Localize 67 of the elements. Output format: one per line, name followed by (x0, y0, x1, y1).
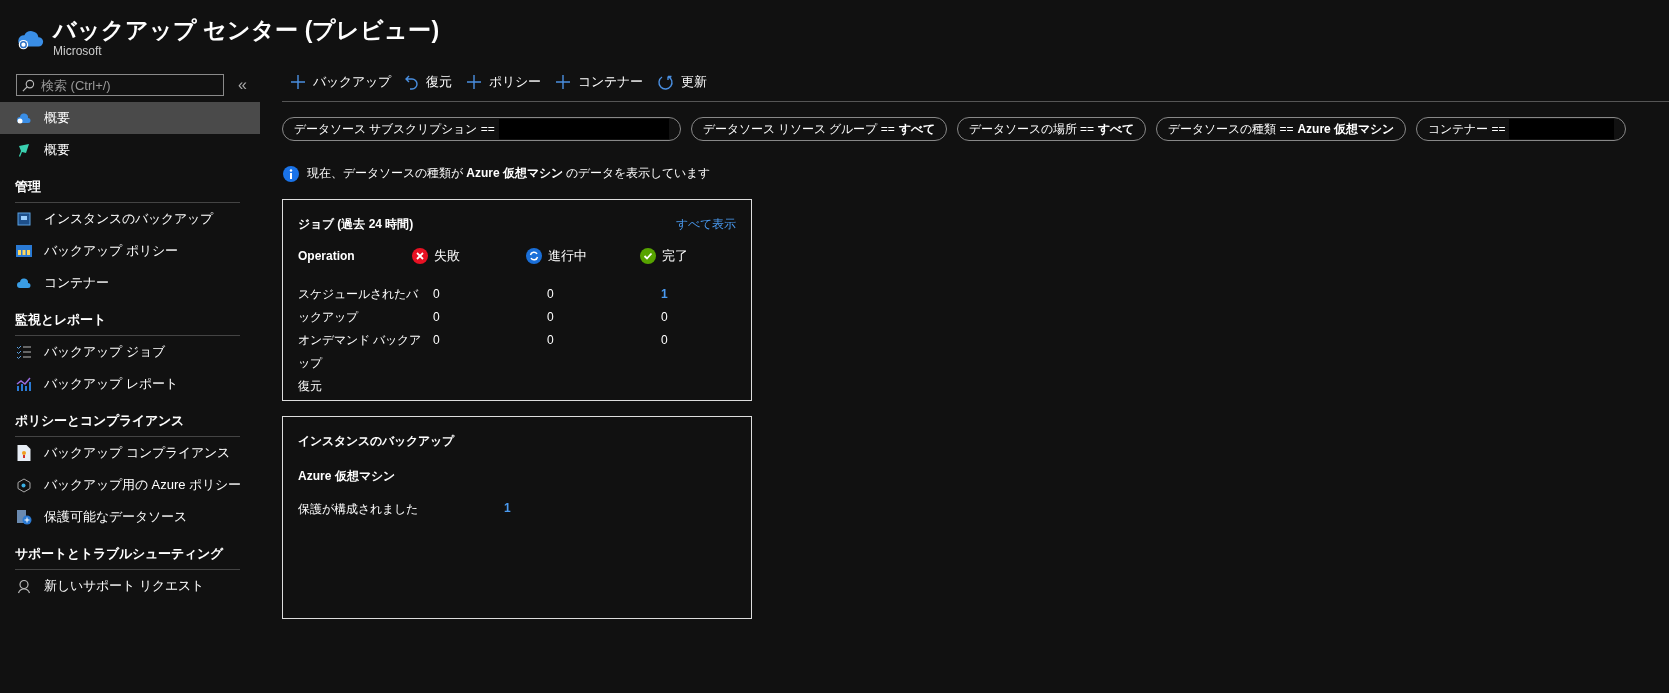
view-all-link[interactable]: すべて表示 (676, 216, 736, 233)
row-label: スケジュールされたバックアップ (298, 286, 419, 326)
info-message: 現在、データソースの種類が Azure 仮想マシン のデータを表示しています (307, 165, 711, 182)
monitor-icon (16, 212, 32, 226)
table-icon (16, 245, 32, 257)
sidebar-item[interactable]: 新しいサポート リクエスト (0, 570, 260, 602)
count-value: 0 (433, 310, 440, 324)
count-value: 0 (661, 333, 668, 347)
sidebar-item[interactable]: バックアップ ポリシー (0, 235, 260, 267)
sidebar-item[interactable]: 概要 (0, 134, 260, 166)
person-icon (16, 578, 32, 594)
sidebar-item[interactable]: 保護可能なデータソース (0, 501, 260, 533)
cloud-icon (16, 110, 32, 126)
collapse-button[interactable]: « (232, 76, 253, 94)
count-link[interactable]: 1 (504, 501, 544, 518)
card-title: ジョブ (過去 24 時間) (298, 216, 414, 233)
sidebar-item[interactable]: バックアップ コンプライアンス (0, 437, 260, 469)
search-icon (22, 79, 35, 92)
undo-icon (405, 74, 419, 90)
database-icon (16, 509, 32, 525)
section-heading: ポリシーとコンプライアンス (14, 412, 185, 430)
checklist-icon (16, 345, 32, 359)
sidebar-item[interactable]: 概要 (0, 102, 260, 134)
toolbar-button[interactable]: コンテナー (553, 69, 645, 95)
toolbar-button[interactable]: ポリシー (464, 69, 543, 95)
chart-icon (16, 377, 32, 391)
section-heading: サポートとトラブルシューティング (14, 545, 225, 563)
count-value: 0 (661, 310, 668, 324)
sidebar-item[interactable]: バックアップ用の Azure ポリシー (0, 469, 260, 501)
toolbar-button[interactable]: 更新 (655, 69, 709, 95)
sidebar-item[interactable]: インスタンスのバックアップ (0, 203, 260, 235)
check-icon (640, 248, 656, 264)
row-label: 復元 (298, 378, 323, 395)
cloud-icon (16, 276, 32, 290)
count-link[interactable]: 1 (661, 287, 668, 301)
toolbar-button[interactable]: 復元 (403, 69, 454, 95)
toolbar-button[interactable]: バックアップ (288, 69, 393, 95)
hexagon-icon (16, 477, 32, 493)
info-icon (283, 165, 299, 182)
count-value: 0 (433, 287, 440, 301)
document-icon (16, 445, 32, 461)
count-value: 0 (547, 310, 554, 324)
error-icon (412, 248, 428, 264)
plus-icon (466, 74, 482, 90)
column-header: 失敗 (434, 247, 460, 265)
refresh-icon (657, 73, 674, 91)
sidebar-item[interactable]: コンテナー (0, 267, 260, 299)
sidebar-item[interactable]: バックアップ ジョブ (0, 336, 260, 368)
sidebar-item[interactable]: バックアップ レポート (0, 368, 260, 400)
column-header: 完了 (662, 247, 688, 265)
column-header: 進行中 (548, 247, 587, 265)
section-heading: 管理 (14, 178, 42, 196)
page-subtitle: Microsoft (53, 44, 103, 58)
count-value: 0 (547, 333, 554, 347)
search-field[interactable]: 検索 (Ctrl+/) (16, 74, 224, 96)
sync-icon (526, 248, 542, 264)
card-subtitle: Azure 仮想マシン (298, 468, 396, 485)
row-label: オンデマンド バックアップ (298, 332, 423, 372)
count-value: 0 (547, 287, 554, 301)
card-title: インスタンスのバックアップ (298, 433, 456, 450)
plus-icon (290, 74, 306, 90)
count-value: 0 (433, 333, 440, 347)
page-title: バックアップ センター (プレビュー) (53, 16, 440, 44)
column-header: Operation (298, 249, 356, 263)
plus-icon (555, 74, 571, 90)
section-heading: 監視とレポート (14, 311, 107, 329)
row-label: 保護が構成されました (298, 501, 419, 518)
